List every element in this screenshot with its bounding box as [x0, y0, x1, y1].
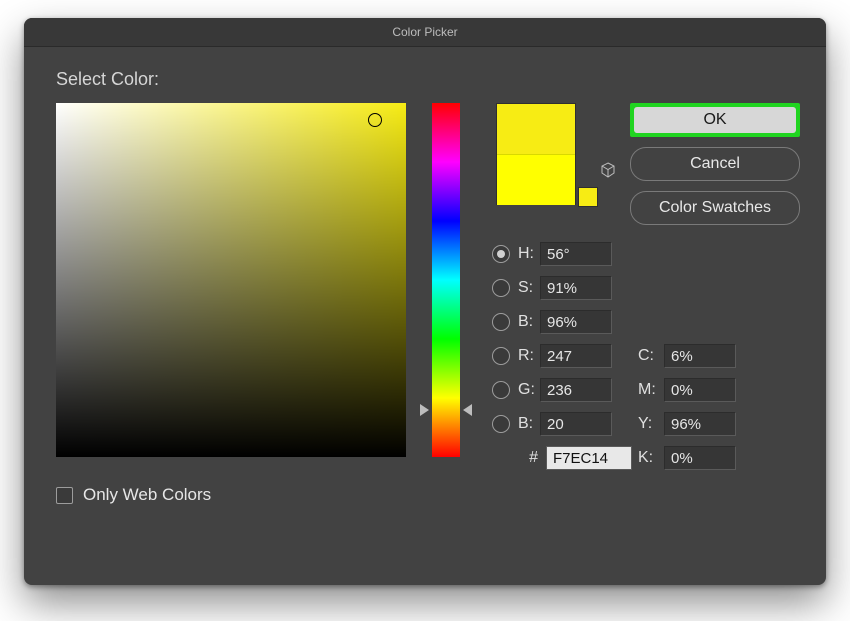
radio-s[interactable] [492, 279, 510, 297]
ok-button[interactable]: OK [634, 107, 796, 133]
input-b-brightness[interactable] [540, 310, 612, 334]
input-b-blue[interactable] [540, 412, 612, 436]
input-h[interactable] [540, 242, 612, 266]
input-r[interactable] [540, 344, 612, 368]
ok-button-highlight: OK [630, 103, 800, 137]
cube-icon [600, 162, 616, 178]
input-hex[interactable] [546, 446, 632, 470]
label-b-blue: B: [518, 415, 540, 433]
input-y[interactable] [664, 412, 736, 436]
radio-g[interactable] [492, 381, 510, 399]
checkbox-box-icon [56, 487, 73, 504]
label-h: H: [518, 245, 540, 263]
input-c[interactable] [664, 344, 736, 368]
only-web-colors-checkbox[interactable]: Only Web Colors [56, 485, 211, 505]
hue-handle-left-icon [420, 404, 429, 416]
radio-b-blue[interactable] [492, 415, 510, 433]
dialog-content: Select Color: [24, 47, 826, 113]
color-picker-window: Color Picker Select Color: [24, 18, 826, 585]
cancel-button[interactable]: Cancel [630, 147, 800, 181]
label-r: R: [518, 347, 540, 365]
color-swatches-button[interactable]: Color Swatches [630, 191, 800, 225]
only-web-colors-label: Only Web Colors [83, 485, 211, 505]
label-c: C: [638, 347, 664, 365]
new-color-swatch [497, 104, 575, 154]
input-s[interactable] [540, 276, 612, 300]
label-b-brightness: B: [518, 313, 540, 331]
hex-hash-label: # [492, 449, 546, 467]
sb-cursor-icon [368, 113, 382, 127]
window-titlebar: Color Picker [24, 18, 826, 47]
label-k: K: [638, 449, 664, 467]
saturation-brightness-field[interactable] [56, 103, 406, 457]
input-g[interactable] [540, 378, 612, 402]
label-s: S: [518, 279, 540, 297]
radio-b-brightness[interactable] [492, 313, 510, 331]
color-preview [496, 103, 576, 205]
hsb-rgb-group: H: S: B: R: [492, 237, 632, 475]
radio-h[interactable] [492, 245, 510, 263]
label-y: Y: [638, 415, 664, 433]
select-color-label: Select Color: [56, 69, 159, 90]
hue-slider[interactable] [432, 103, 460, 457]
last-used-swatch[interactable] [578, 187, 598, 207]
label-g: G: [518, 381, 540, 399]
input-m[interactable] [664, 378, 736, 402]
window-title: Color Picker [392, 25, 457, 39]
current-color-swatch [497, 154, 575, 205]
label-m: M: [638, 381, 664, 399]
dialog-buttons: OK Cancel Color Swatches [630, 103, 800, 225]
cmyk-group: C: M: Y: K: [638, 339, 736, 475]
hue-handle-right-icon [463, 404, 472, 416]
input-k[interactable] [664, 446, 736, 470]
radio-r[interactable] [492, 347, 510, 365]
